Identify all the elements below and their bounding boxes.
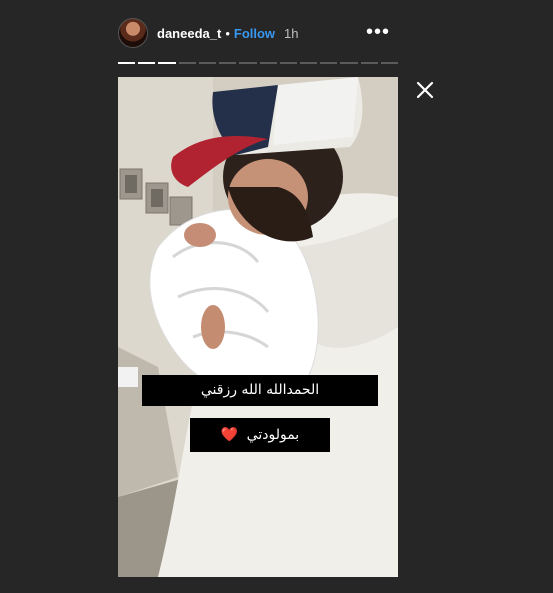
story-header: daneeda_t • Follow 1h •••	[118, 17, 400, 49]
more-options-icon[interactable]: •••	[366, 22, 390, 42]
progress-segment	[259, 62, 277, 64]
story-progress-bar	[118, 62, 399, 64]
progress-segment	[118, 62, 136, 64]
progress-segment	[380, 62, 399, 64]
story-caption-line-1: الحمدالله الله رزقني	[142, 375, 378, 406]
progress-segment	[158, 62, 176, 64]
story-caption-line-2: ❤️ بمولودتي	[190, 418, 330, 452]
username[interactable]: daneeda_t	[157, 26, 221, 41]
progress-segment	[279, 62, 297, 64]
story-viewer: daneeda_t • Follow 1h ••• الحمدالله الله…	[0, 0, 553, 593]
follow-button[interactable]: Follow	[234, 26, 275, 41]
progress-segment	[178, 62, 196, 64]
progress-segment	[360, 62, 378, 64]
avatar[interactable]	[118, 18, 148, 48]
story-photo	[118, 77, 398, 577]
close-icon[interactable]	[414, 79, 436, 101]
progress-segment	[320, 62, 338, 64]
progress-segment	[219, 62, 237, 64]
progress-segment	[239, 62, 257, 64]
progress-segment	[138, 62, 156, 64]
heart-emoji-icon: ❤️	[220, 427, 239, 443]
story-image[interactable]: الحمدالله الله رزقني ❤️ بمولودتي	[118, 77, 398, 577]
caption-line-2-text: بمولودتي	[246, 427, 300, 443]
post-time: 1h	[284, 25, 299, 41]
separator-dot: •	[225, 25, 230, 41]
progress-segment	[299, 62, 318, 64]
progress-segment	[340, 62, 358, 64]
progress-segment	[198, 62, 217, 64]
